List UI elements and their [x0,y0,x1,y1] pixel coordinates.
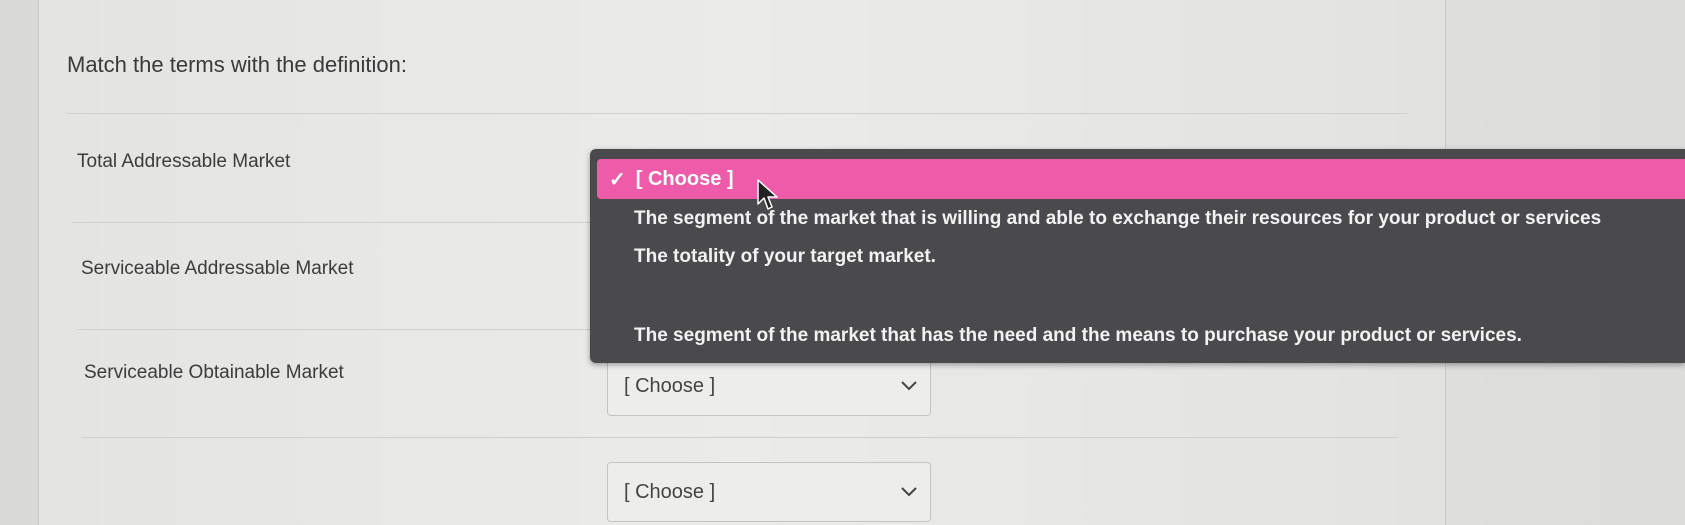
option-label: [ Choose ] [635,167,734,190]
definition-dropdown-menu: ✓ [ Choose ] The segment of the market t… [590,149,1685,363]
dropdown-option-2[interactable]: The totality of your target market. [634,246,936,268]
term-total-addressable-market: Total Addressable Market [77,151,291,172]
term-serviceable-addressable-market: Serviceable Addressable Market [81,258,354,279]
definition-select-4[interactable]: [ Choose ] [607,462,931,522]
select-value: [ Choose ] [624,480,716,503]
divider [77,329,592,330]
divider [72,222,592,223]
dropdown-option-3[interactable]: The segment of the market that has the n… [634,325,1522,347]
question-prompt: Match the terms with the definition: [67,52,407,77]
select-value: [ Choose ] [624,374,716,397]
dropdown-option-1[interactable]: The segment of the market that is willin… [634,208,1601,230]
check-icon: ✓ [609,168,626,191]
divider [67,113,1407,114]
page: Match the terms with the definition: Tot… [0,0,1685,525]
chevron-down-icon [900,377,918,395]
definition-select-3[interactable]: [ Choose ] [607,356,931,416]
term-serviceable-obtainable-market: Serviceable Obtainable Market [84,362,344,383]
chevron-down-icon [900,483,918,501]
mouse-pointer-icon [757,179,779,216]
divider [82,437,1398,438]
